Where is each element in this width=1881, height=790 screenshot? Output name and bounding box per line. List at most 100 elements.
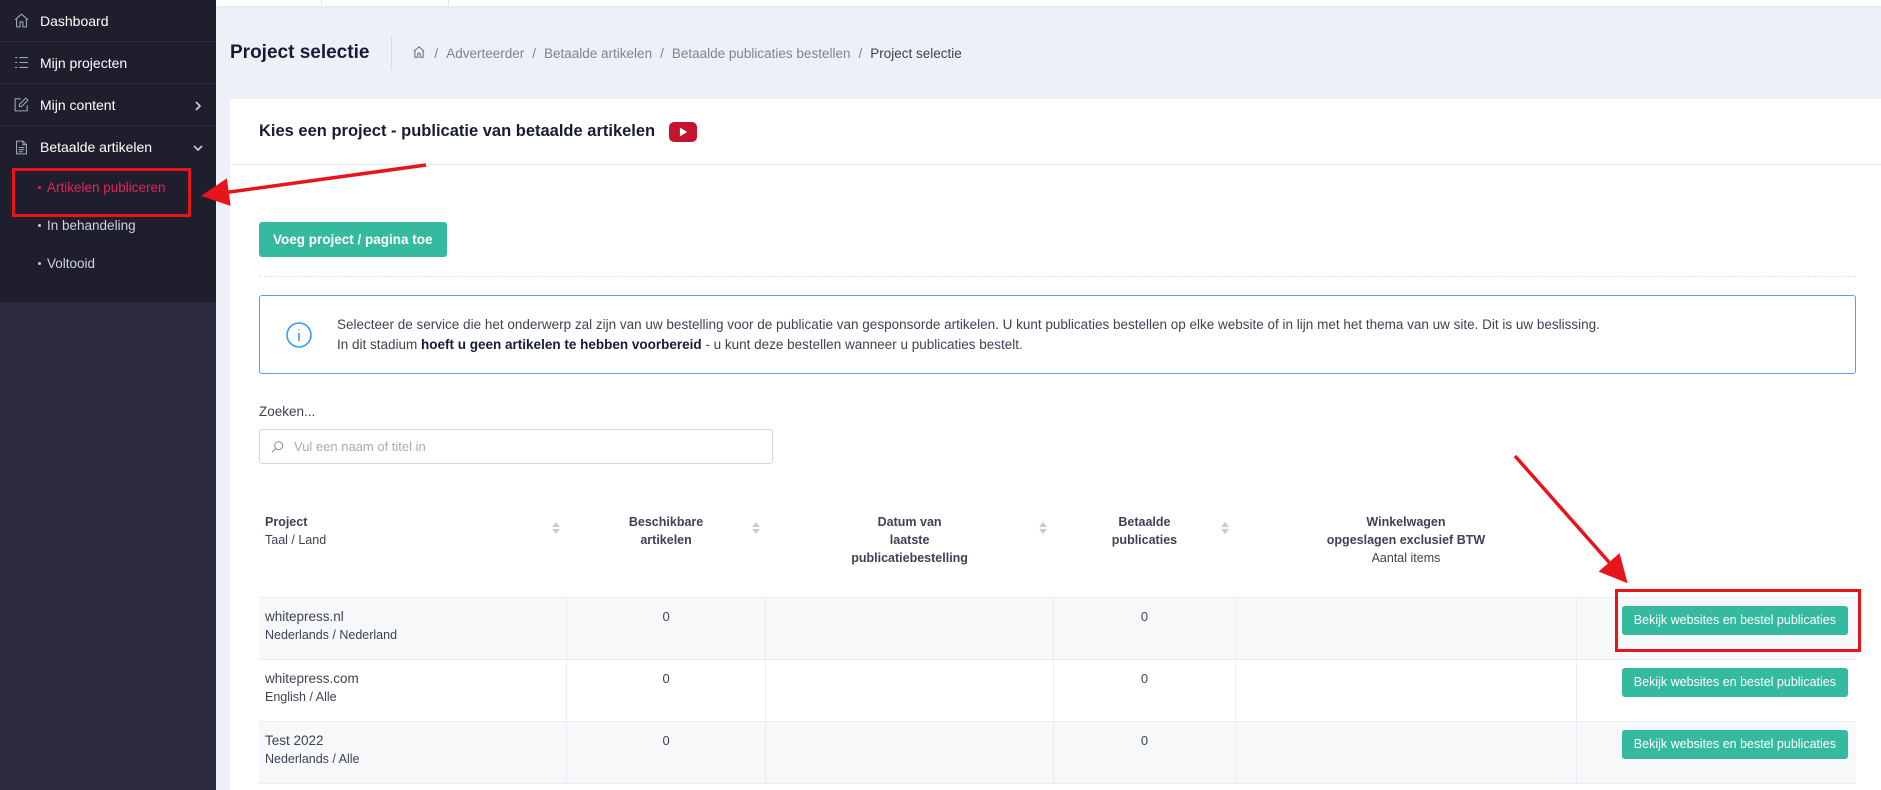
top-header xyxy=(216,0,1881,6)
breadcrumb-adverteerder[interactable]: Adverteerder xyxy=(446,46,524,61)
cell-paid: 0 xyxy=(1053,659,1236,722)
column-header-actions xyxy=(1576,505,1856,598)
sidebar-menu: Dashboard Mijn projecten Mijn content Be… xyxy=(0,0,216,292)
sort-icon[interactable] xyxy=(751,521,760,534)
column-header-label: artikelen xyxy=(640,533,692,547)
sidebar-item-label: Mijn projecten xyxy=(40,54,128,71)
project-language: Nederlands / Alle xyxy=(265,751,360,766)
cell-date xyxy=(765,721,1054,784)
cell-action: Bekijk websites en bestel publicaties xyxy=(1576,721,1856,784)
column-header-label: Project xyxy=(265,515,308,529)
cell-available: 0 xyxy=(566,597,767,660)
breadcrumb-separator: / xyxy=(434,45,439,61)
column-header-cart: Winkelwagen opgeslagen exclusief BTW Aan… xyxy=(1235,505,1577,598)
column-header-project[interactable]: Project Taal / Land xyxy=(259,505,567,598)
column-header-label: laatste xyxy=(889,533,930,547)
sort-icon[interactable] xyxy=(1221,521,1230,534)
breadcrumb-betaalde-artikelen[interactable]: Betaalde artikelen xyxy=(544,46,652,61)
youtube-icon[interactable] xyxy=(669,121,698,142)
column-header-label: publicaties xyxy=(1111,533,1178,547)
search-icon xyxy=(271,440,284,453)
sidebar-item-label: Dashboard xyxy=(40,12,109,29)
document-icon xyxy=(12,138,30,156)
cell-project: whitepress.com English / Alle xyxy=(259,659,567,722)
cell-paid: 0 xyxy=(1053,721,1236,784)
project-name: Test 2022 xyxy=(265,732,324,748)
chevron-down-icon xyxy=(192,141,204,153)
column-header-available[interactable]: Beschikbare artikelen xyxy=(566,505,766,598)
column-header-date[interactable]: Datum van laatste publicatiebestelling xyxy=(765,505,1054,598)
info-icon xyxy=(285,321,313,349)
header-tab[interactable] xyxy=(321,0,449,6)
alert-line-1: Selecteer de service die het onderwerp z… xyxy=(337,316,1600,332)
breadcrumb: / Adverteerder / Betaalde artikelen / Be… xyxy=(412,45,962,62)
project-selection-card: Kies een project - publicatie van betaal… xyxy=(230,99,1881,790)
table-row: Test 2022 Nederlands / Alle 0 0 Bekijk w… xyxy=(259,721,1856,784)
alert-line-2-bold: hoeft u geen artikelen te hebben voorber… xyxy=(421,336,702,352)
sidebar-item-label: Mijn content xyxy=(40,96,116,113)
page-title: Project selectie xyxy=(230,36,393,70)
sidebar-item-mijn-content[interactable]: Mijn content xyxy=(0,84,216,126)
subheader: Project selectie / Adverteerder / Betaal… xyxy=(230,36,962,70)
card-title: Kies een project - publicatie van betaal… xyxy=(259,122,656,140)
breadcrumb-separator: / xyxy=(532,45,536,61)
sidebar-subitem-label: In behandeling xyxy=(47,217,136,233)
sidebar-subitem-label: Voltooid xyxy=(47,255,96,271)
column-header-label: publicatiebestelling xyxy=(851,551,968,565)
search-label: Zoeken... xyxy=(259,404,316,419)
alert-line-2-pre: In dit stadium xyxy=(337,336,422,352)
breadcrumb-current: Project selectie xyxy=(870,45,962,61)
add-project-button[interactable]: Voeg project / pagina toe xyxy=(259,222,447,257)
column-header-sublabel: Aantal items xyxy=(1371,551,1441,565)
cell-available: 0 xyxy=(566,659,767,722)
column-header-label: Winkelwagen xyxy=(1366,515,1446,529)
breadcrumb-separator: / xyxy=(858,45,863,61)
table-header-row: Project Taal / Land Beschikbare artikele… xyxy=(259,505,1856,598)
sidebar-item-betaalde-artikelen[interactable]: Betaalde artikelen xyxy=(0,126,216,168)
sidebar-item-dashboard[interactable]: Dashboard xyxy=(0,0,216,42)
divider xyxy=(259,276,1856,277)
cell-project: Test 2022 Nederlands / Alle xyxy=(259,721,567,784)
cell-cart xyxy=(1235,597,1577,660)
column-header-label: Beschikbare xyxy=(628,515,704,529)
view-websites-button[interactable]: Bekijk websites en bestel publicaties xyxy=(1621,729,1848,759)
cell-date xyxy=(765,597,1054,660)
sidebar-empty-area xyxy=(0,302,216,790)
search-box[interactable] xyxy=(259,429,773,464)
view-websites-button[interactable]: Bekijk websites en bestel publicaties xyxy=(1621,667,1848,697)
sort-icon[interactable] xyxy=(1039,521,1048,534)
breadcrumb-separator: / xyxy=(660,45,664,61)
card-header: Kies een project - publicatie van betaal… xyxy=(230,99,1881,165)
sort-icon[interactable] xyxy=(552,521,561,534)
breadcrumb-betaalde-publicaties[interactable]: Betaalde publicaties bestellen xyxy=(672,46,851,61)
sidebar-item-mijn-projecten[interactable]: Mijn projecten xyxy=(0,42,216,84)
chevron-right-icon xyxy=(192,99,204,111)
info-alert: Selecteer de service die het onderwerp z… xyxy=(259,295,1856,374)
bullet-icon xyxy=(38,261,41,265)
cell-cart xyxy=(1235,659,1577,722)
project-name: whitepress.nl xyxy=(265,608,344,624)
table-row: whitepress.com English / Alle 0 0 Bekijk… xyxy=(259,659,1856,722)
column-header-label: Betaalde xyxy=(1118,515,1171,529)
annotation-highlight-button xyxy=(1615,589,1861,652)
annotation-highlight-sidebar xyxy=(12,168,191,217)
cell-project: whitepress.nl Nederlands / Nederland xyxy=(259,597,567,660)
edit-icon xyxy=(12,96,30,114)
project-language: English / Alle xyxy=(265,689,337,704)
sidebar: Dashboard Mijn projecten Mijn content Be… xyxy=(0,0,216,790)
sidebar-item-label: Betaalde artikelen xyxy=(40,139,153,155)
search-input[interactable] xyxy=(294,439,754,454)
alert-line-2: In dit stadium hoeft u geen artikelen te… xyxy=(337,335,1600,355)
list-icon xyxy=(12,54,30,72)
column-header-label: opgeslagen exclusief BTW xyxy=(1326,533,1486,547)
cell-paid: 0 xyxy=(1053,597,1236,660)
sidebar-subitem-voltooid[interactable]: Voltooid xyxy=(0,244,216,282)
column-header-label: Datum van xyxy=(877,515,942,529)
alert-line-2-post: - u kunt deze bestellen wanneer u public… xyxy=(701,336,1023,352)
home-icon[interactable] xyxy=(412,45,426,62)
column-header-paid[interactable]: Betaalde publicaties xyxy=(1053,505,1236,598)
home-icon xyxy=(12,12,30,30)
cell-cart xyxy=(1235,721,1577,784)
cell-date xyxy=(765,659,1054,722)
project-language: Nederlands / Nederland xyxy=(265,627,398,642)
